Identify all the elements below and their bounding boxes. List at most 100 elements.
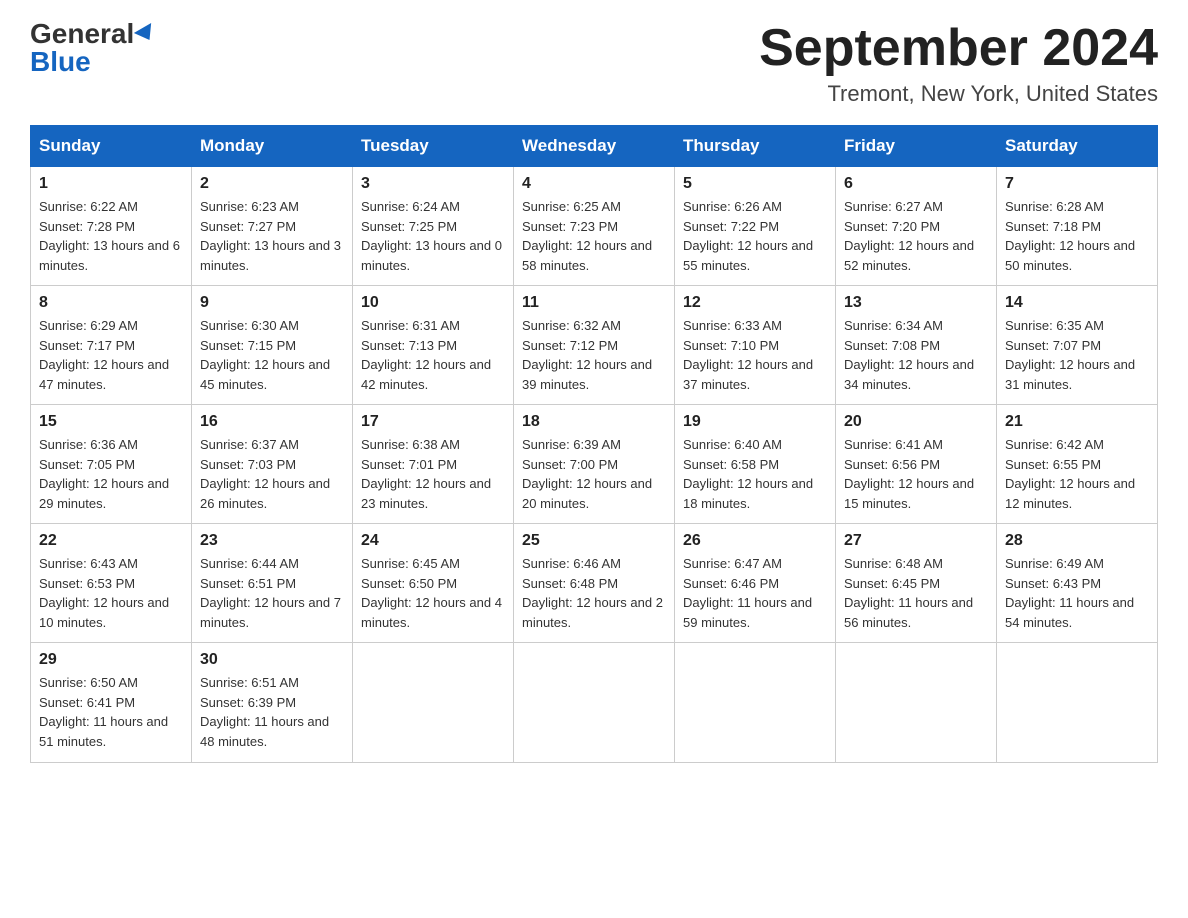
table-row: 9 Sunrise: 6:30 AM Sunset: 7:15 PM Dayli… <box>192 286 353 405</box>
table-row: 21 Sunrise: 6:42 AM Sunset: 6:55 PM Dayl… <box>997 405 1158 524</box>
day-info: Sunrise: 6:40 AM Sunset: 6:58 PM Dayligh… <box>683 435 827 513</box>
day-info: Sunrise: 6:35 AM Sunset: 7:07 PM Dayligh… <box>1005 316 1149 394</box>
day-number: 6 <box>844 175 988 193</box>
table-row <box>836 643 997 763</box>
col-sunday: Sunday <box>31 126 192 167</box>
table-row: 20 Sunrise: 6:41 AM Sunset: 6:56 PM Dayl… <box>836 405 997 524</box>
day-info: Sunrise: 6:24 AM Sunset: 7:25 PM Dayligh… <box>361 197 505 275</box>
day-info: Sunrise: 6:36 AM Sunset: 7:05 PM Dayligh… <box>39 435 183 513</box>
day-number: 27 <box>844 532 988 550</box>
table-row: 17 Sunrise: 6:38 AM Sunset: 7:01 PM Dayl… <box>353 405 514 524</box>
table-row: 4 Sunrise: 6:25 AM Sunset: 7:23 PM Dayli… <box>514 167 675 286</box>
table-row: 22 Sunrise: 6:43 AM Sunset: 6:53 PM Dayl… <box>31 524 192 643</box>
day-number: 10 <box>361 294 505 312</box>
day-info: Sunrise: 6:44 AM Sunset: 6:51 PM Dayligh… <box>200 554 344 632</box>
day-info: Sunrise: 6:48 AM Sunset: 6:45 PM Dayligh… <box>844 554 988 632</box>
day-info: Sunrise: 6:22 AM Sunset: 7:28 PM Dayligh… <box>39 197 183 275</box>
day-info: Sunrise: 6:51 AM Sunset: 6:39 PM Dayligh… <box>200 673 344 751</box>
day-info: Sunrise: 6:23 AM Sunset: 7:27 PM Dayligh… <box>200 197 344 275</box>
table-row: 6 Sunrise: 6:27 AM Sunset: 7:20 PM Dayli… <box>836 167 997 286</box>
table-row: 12 Sunrise: 6:33 AM Sunset: 7:10 PM Dayl… <box>675 286 836 405</box>
col-thursday: Thursday <box>675 126 836 167</box>
table-row: 27 Sunrise: 6:48 AM Sunset: 6:45 PM Dayl… <box>836 524 997 643</box>
day-number: 9 <box>200 294 344 312</box>
table-row: 16 Sunrise: 6:37 AM Sunset: 7:03 PM Dayl… <box>192 405 353 524</box>
day-number: 14 <box>1005 294 1149 312</box>
day-number: 11 <box>522 294 666 312</box>
calendar-week-row: 22 Sunrise: 6:43 AM Sunset: 6:53 PM Dayl… <box>31 524 1158 643</box>
table-row: 13 Sunrise: 6:34 AM Sunset: 7:08 PM Dayl… <box>836 286 997 405</box>
table-row: 7 Sunrise: 6:28 AM Sunset: 7:18 PM Dayli… <box>997 167 1158 286</box>
day-number: 29 <box>39 651 183 669</box>
day-info: Sunrise: 6:32 AM Sunset: 7:12 PM Dayligh… <box>522 316 666 394</box>
day-number: 3 <box>361 175 505 193</box>
day-number: 2 <box>200 175 344 193</box>
logo-triangle-icon <box>134 23 158 45</box>
day-info: Sunrise: 6:33 AM Sunset: 7:10 PM Dayligh… <box>683 316 827 394</box>
table-row: 3 Sunrise: 6:24 AM Sunset: 7:25 PM Dayli… <box>353 167 514 286</box>
day-number: 15 <box>39 413 183 431</box>
table-row: 18 Sunrise: 6:39 AM Sunset: 7:00 PM Dayl… <box>514 405 675 524</box>
day-number: 1 <box>39 175 183 193</box>
title-section: September 2024 Tremont, New York, United… <box>759 20 1158 107</box>
col-saturday: Saturday <box>997 126 1158 167</box>
calendar-week-row: 15 Sunrise: 6:36 AM Sunset: 7:05 PM Dayl… <box>31 405 1158 524</box>
location-text: Tremont, New York, United States <box>759 81 1158 107</box>
table-row: 24 Sunrise: 6:45 AM Sunset: 6:50 PM Dayl… <box>353 524 514 643</box>
col-monday: Monday <box>192 126 353 167</box>
table-row: 8 Sunrise: 6:29 AM Sunset: 7:17 PM Dayli… <box>31 286 192 405</box>
day-number: 4 <box>522 175 666 193</box>
day-number: 22 <box>39 532 183 550</box>
day-number: 21 <box>1005 413 1149 431</box>
month-title: September 2024 <box>759 20 1158 77</box>
col-tuesday: Tuesday <box>353 126 514 167</box>
calendar-header-row: Sunday Monday Tuesday Wednesday Thursday… <box>31 126 1158 167</box>
day-number: 16 <box>200 413 344 431</box>
day-number: 5 <box>683 175 827 193</box>
day-number: 13 <box>844 294 988 312</box>
day-info: Sunrise: 6:27 AM Sunset: 7:20 PM Dayligh… <box>844 197 988 275</box>
day-number: 18 <box>522 413 666 431</box>
day-info: Sunrise: 6:26 AM Sunset: 7:22 PM Dayligh… <box>683 197 827 275</box>
day-info: Sunrise: 6:30 AM Sunset: 7:15 PM Dayligh… <box>200 316 344 394</box>
calendar-table: Sunday Monday Tuesday Wednesday Thursday… <box>30 125 1158 763</box>
day-info: Sunrise: 6:38 AM Sunset: 7:01 PM Dayligh… <box>361 435 505 513</box>
day-info: Sunrise: 6:50 AM Sunset: 6:41 PM Dayligh… <box>39 673 183 751</box>
calendar-week-row: 29 Sunrise: 6:50 AM Sunset: 6:41 PM Dayl… <box>31 643 1158 763</box>
table-row: 19 Sunrise: 6:40 AM Sunset: 6:58 PM Dayl… <box>675 405 836 524</box>
table-row <box>997 643 1158 763</box>
table-row: 2 Sunrise: 6:23 AM Sunset: 7:27 PM Dayli… <box>192 167 353 286</box>
page-header: General Blue September 2024 Tremont, New… <box>30 20 1158 107</box>
col-wednesday: Wednesday <box>514 126 675 167</box>
day-number: 28 <box>1005 532 1149 550</box>
table-row <box>675 643 836 763</box>
day-info: Sunrise: 6:39 AM Sunset: 7:00 PM Dayligh… <box>522 435 666 513</box>
day-info: Sunrise: 6:37 AM Sunset: 7:03 PM Dayligh… <box>200 435 344 513</box>
day-number: 7 <box>1005 175 1149 193</box>
table-row: 29 Sunrise: 6:50 AM Sunset: 6:41 PM Dayl… <box>31 643 192 763</box>
table-row: 10 Sunrise: 6:31 AM Sunset: 7:13 PM Dayl… <box>353 286 514 405</box>
day-info: Sunrise: 6:31 AM Sunset: 7:13 PM Dayligh… <box>361 316 505 394</box>
day-info: Sunrise: 6:42 AM Sunset: 6:55 PM Dayligh… <box>1005 435 1149 513</box>
day-number: 24 <box>361 532 505 550</box>
table-row: 30 Sunrise: 6:51 AM Sunset: 6:39 PM Dayl… <box>192 643 353 763</box>
day-info: Sunrise: 6:43 AM Sunset: 6:53 PM Dayligh… <box>39 554 183 632</box>
day-number: 23 <box>200 532 344 550</box>
day-info: Sunrise: 6:28 AM Sunset: 7:18 PM Dayligh… <box>1005 197 1149 275</box>
day-info: Sunrise: 6:25 AM Sunset: 7:23 PM Dayligh… <box>522 197 666 275</box>
day-info: Sunrise: 6:29 AM Sunset: 7:17 PM Dayligh… <box>39 316 183 394</box>
day-info: Sunrise: 6:49 AM Sunset: 6:43 PM Dayligh… <box>1005 554 1149 632</box>
day-info: Sunrise: 6:41 AM Sunset: 6:56 PM Dayligh… <box>844 435 988 513</box>
calendar-week-row: 1 Sunrise: 6:22 AM Sunset: 7:28 PM Dayli… <box>31 167 1158 286</box>
logo-general-text: General <box>30 20 134 48</box>
day-number: 30 <box>200 651 344 669</box>
day-number: 17 <box>361 413 505 431</box>
table-row <box>514 643 675 763</box>
table-row: 1 Sunrise: 6:22 AM Sunset: 7:28 PM Dayli… <box>31 167 192 286</box>
table-row: 11 Sunrise: 6:32 AM Sunset: 7:12 PM Dayl… <box>514 286 675 405</box>
table-row: 26 Sunrise: 6:47 AM Sunset: 6:46 PM Dayl… <box>675 524 836 643</box>
day-number: 12 <box>683 294 827 312</box>
day-info: Sunrise: 6:34 AM Sunset: 7:08 PM Dayligh… <box>844 316 988 394</box>
day-number: 8 <box>39 294 183 312</box>
table-row: 25 Sunrise: 6:46 AM Sunset: 6:48 PM Dayl… <box>514 524 675 643</box>
